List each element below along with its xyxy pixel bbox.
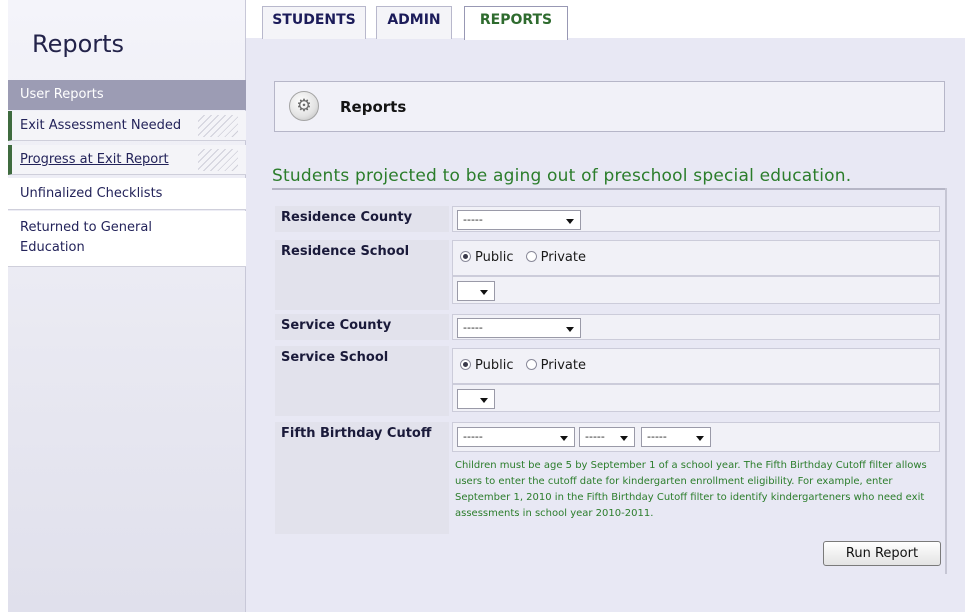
residence-county-cell: -----	[452, 206, 940, 232]
service-county-cell: -----	[452, 314, 940, 340]
select-value: -----	[647, 430, 667, 443]
chevron-down-icon	[560, 436, 568, 441]
sidebar-item-label: Returned to General Education	[20, 220, 152, 255]
sidebar-item-returned-to-general-education[interactable]: Returned to General Education	[8, 211, 246, 267]
fifth-birthday-cutoff-cell: ----- ----- -----	[452, 422, 940, 452]
service-school-select-cell	[452, 384, 940, 412]
chevron-stripes-icon	[198, 115, 238, 137]
chevron-down-icon	[480, 290, 488, 295]
sidebar-item-label: Progress at Exit Report	[20, 152, 169, 167]
select-value: -----	[463, 213, 483, 226]
reports-header: ⚙ Reports	[274, 81, 945, 132]
cutoff-day-select[interactable]: -----	[579, 427, 635, 447]
residence-private-radio[interactable]	[525, 251, 537, 262]
service-county-select[interactable]: -----	[457, 318, 581, 338]
service-private-radio[interactable]	[525, 359, 537, 370]
sidebar-item-label: Exit Assessment Needed	[20, 118, 182, 133]
radio-label-public: Public	[475, 358, 514, 373]
select-value: -----	[585, 430, 605, 443]
radio-label-private: Private	[540, 358, 586, 373]
fifth-birthday-cutoff-help: Children must be age 5 by September 1 of…	[455, 460, 927, 519]
tab-reports[interactable]: REPORTS	[464, 6, 568, 40]
residence-public-radio[interactable]	[460, 251, 471, 262]
subtitle-divider	[272, 188, 945, 190]
chevron-down-icon	[566, 327, 574, 332]
residence-school-type-radios: Public Private	[460, 250, 586, 265]
service-school-label: Service School	[275, 346, 449, 416]
service-school-type-radios: Public Private	[460, 358, 586, 373]
fifth-birthday-cutoff-label: Fifth Birthday Cutoff	[275, 422, 449, 534]
reports-header-title: Reports	[340, 98, 407, 116]
run-report-button[interactable]: Run Report	[823, 541, 941, 566]
sidebar-section-user-reports: User Reports	[8, 80, 246, 110]
residence-school-label: Residence School	[275, 240, 449, 310]
service-county-label: Service County	[275, 314, 449, 340]
tab-admin[interactable]: ADMIN	[376, 6, 452, 39]
form-right-border	[945, 188, 947, 574]
chevron-down-icon	[696, 436, 704, 441]
chevron-stripes-icon	[198, 149, 238, 171]
sidebar: Reports User Reports Exit Assessment Nee…	[8, 0, 246, 612]
chevron-down-icon	[620, 436, 628, 441]
sidebar-title: Reports	[32, 30, 125, 58]
select-value: -----	[463, 321, 483, 334]
service-public-radio[interactable]	[460, 359, 471, 370]
cutoff-month-select[interactable]: -----	[457, 427, 575, 447]
sidebar-item-progress-at-exit-report[interactable]: Progress at Exit Report	[8, 145, 246, 175]
residence-school-select[interactable]	[457, 281, 495, 301]
service-school-select[interactable]	[457, 389, 495, 409]
page-subtitle: Students projected to be aging out of pr…	[272, 166, 852, 186]
gear-icon: ⚙	[289, 91, 319, 121]
residence-school-select-cell	[452, 276, 940, 304]
radio-label-private: Private	[540, 250, 586, 265]
residence-county-select[interactable]: -----	[457, 210, 581, 230]
tab-students[interactable]: STUDENTS	[262, 6, 366, 39]
select-value: -----	[463, 430, 483, 443]
chevron-down-icon	[566, 219, 574, 224]
sidebar-item-label: Unfinalized Checklists	[20, 186, 163, 201]
sidebar-item-unfinalized-checklists[interactable]: Unfinalized Checklists	[8, 178, 246, 210]
cutoff-year-select[interactable]: -----	[641, 427, 711, 447]
chevron-down-icon	[480, 398, 488, 403]
sidebar-item-exit-assessment-needed[interactable]: Exit Assessment Needed	[8, 111, 246, 141]
residence-county-label: Residence County	[275, 206, 449, 232]
radio-label-public: Public	[475, 250, 514, 265]
